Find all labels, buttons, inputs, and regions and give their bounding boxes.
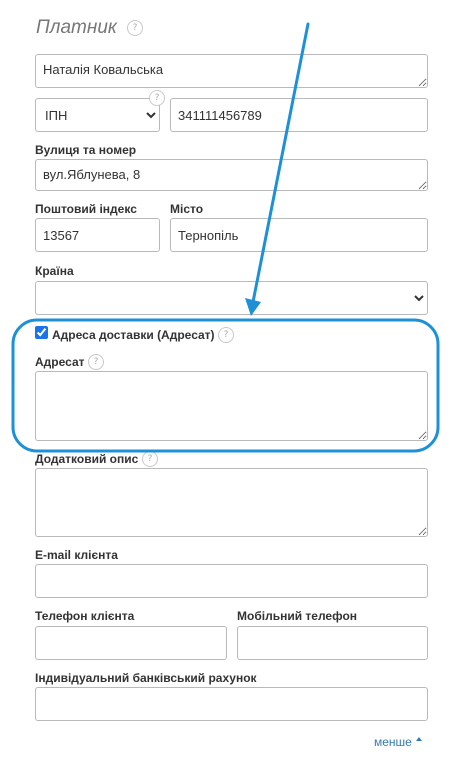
id-type-select[interactable]: ІПН bbox=[35, 98, 160, 132]
recipient-textarea[interactable] bbox=[35, 371, 428, 441]
iban-input[interactable] bbox=[35, 687, 428, 721]
postal-code-label: Поштовий індекс bbox=[35, 202, 137, 216]
delivery-address-label[interactable]: Адреса доставки (Адресат) bbox=[52, 328, 215, 342]
street-label: Вулиця та номер bbox=[35, 143, 137, 157]
email-input[interactable] bbox=[35, 564, 428, 598]
description-label: Додатковий опис bbox=[35, 452, 139, 466]
recipient-label: Адресат bbox=[35, 355, 85, 369]
description-textarea[interactable] bbox=[35, 468, 428, 537]
description-help-icon[interactable]: ? bbox=[142, 451, 158, 467]
payer-section-title: Платник bbox=[36, 17, 117, 38]
id-number-input[interactable] bbox=[170, 98, 428, 132]
email-label: E-mail клієнта bbox=[35, 548, 118, 562]
phone-input[interactable] bbox=[35, 626, 227, 660]
postal-code-input[interactable] bbox=[35, 218, 160, 252]
delivery-address-checkbox[interactable] bbox=[35, 326, 48, 339]
mobile-label: Мобільний телефон bbox=[237, 609, 358, 623]
delivery-help-icon[interactable]: ? bbox=[218, 327, 234, 343]
street-field[interactable]: вул.Яблунева, 8 bbox=[35, 159, 428, 191]
mobile-input[interactable] bbox=[237, 626, 428, 660]
city-label: Місто bbox=[170, 202, 204, 216]
payer-help-icon[interactable]: ? bbox=[127, 20, 143, 36]
recipient-help-icon[interactable]: ? bbox=[88, 354, 104, 370]
country-select[interactable] bbox=[35, 281, 428, 315]
show-less-link[interactable]: менше bbox=[374, 735, 412, 749]
billing-form: Платник ? Наталія Ковальська ІПН ? Вулиц… bbox=[0, 0, 472, 777]
iban-label: Індивідуальний банківський рахунок bbox=[35, 671, 257, 685]
country-label: Країна bbox=[35, 264, 74, 278]
city-input[interactable] bbox=[170, 218, 428, 252]
caret-up-icon bbox=[416, 737, 422, 741]
payer-name-field[interactable]: Наталія Ковальська bbox=[35, 54, 428, 88]
phone-label: Телефон клієнта bbox=[35, 609, 135, 623]
id-type-help-icon[interactable]: ? bbox=[149, 90, 165, 106]
